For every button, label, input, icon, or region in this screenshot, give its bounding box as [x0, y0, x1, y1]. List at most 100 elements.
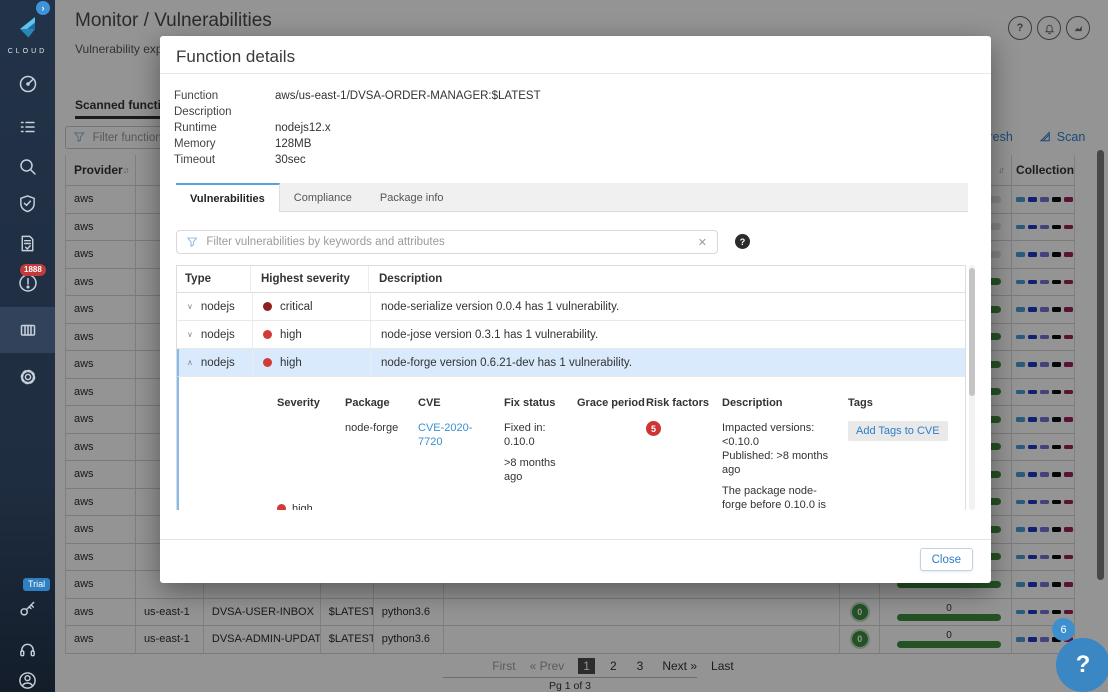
column-header: Highest severity — [251, 266, 369, 292]
detail-headers: SeverityPackageCVEFix statusGrace period… — [277, 397, 965, 409]
vulnerabilities-filter[interactable]: ✕ — [176, 230, 718, 254]
close-button[interactable]: Close — [920, 548, 973, 571]
vulnerability-row[interactable]: ∨ nodejs critical node-serialize version 0.… — [176, 293, 965, 321]
sidebar-item-policies[interactable] — [0, 225, 55, 261]
expand-chevron-icon[interactable]: ∨ — [187, 330, 193, 339]
info-row: Functionaws/us-east-1/DVSA-ORDER-MANAGER… — [174, 88, 541, 104]
detail-package: node-forge — [345, 409, 418, 510]
detail-column-header: Grace period — [577, 397, 646, 409]
sidebar-item-investigate[interactable] — [0, 149, 55, 185]
sidebar-item-settings[interactable] — [0, 359, 55, 395]
function-info-list: Functionaws/us-east-1/DVSA-ORDER-MANAGER… — [174, 88, 541, 168]
user-profile-icon — [18, 671, 37, 690]
detail-column-header: Severity — [277, 397, 345, 409]
trial-badge: Trial — [23, 578, 50, 591]
collapse-chevron-icon[interactable]: ∧ — [187, 358, 193, 367]
help-notification-badge: 6 — [1052, 618, 1075, 641]
info-label: Memory — [174, 136, 275, 152]
info-label: Description — [174, 104, 275, 120]
vulnerabilities-table: TypeHighest severityDescription ∨nodejsc… — [176, 265, 966, 510]
sidebar-expand-chevron-icon[interactable]: › — [36, 1, 50, 15]
modal-title: Function details — [176, 47, 295, 67]
compliance-shield-icon — [18, 194, 37, 213]
info-label: Timeout — [174, 152, 275, 168]
info-label: Function — [174, 88, 275, 104]
sidebar-item-monitor[interactable] — [0, 307, 55, 353]
filter-help-icon[interactable]: ? — [735, 234, 750, 249]
add-tags-to-cve-button[interactable]: Add Tags to CVE — [848, 421, 948, 441]
severity-label: high — [292, 502, 313, 511]
vulnerability-row[interactable]: ∨ nodejs high node-jose version 0.3.1 has 1… — [176, 321, 965, 349]
alerts-icon — [18, 273, 38, 293]
tab-vulnerabilities[interactable]: Vulnerabilities — [176, 183, 280, 212]
sidebar-item-dashboard[interactable] — [0, 66, 55, 102]
prisma-cloud-logo-icon — [15, 14, 41, 40]
cve-link[interactable]: CVE-2020-7720 — [418, 422, 472, 448]
column-header: Description — [369, 266, 965, 292]
sidebar-item-compliance[interactable] — [0, 185, 55, 221]
policies-doc-icon — [18, 234, 37, 253]
severity-cell: critical — [253, 293, 371, 320]
tab-package-info[interactable]: Package info — [366, 183, 458, 211]
vulnerability-detail-panel: SeverityPackageCVEFix statusGrace period… — [176, 377, 965, 510]
radar-monitor-icon — [18, 320, 38, 340]
expand-chevron-icon[interactable]: ∨ — [187, 302, 193, 311]
clear-filter-icon[interactable]: ✕ — [698, 236, 707, 249]
severity-label: critical — [280, 301, 313, 313]
modal-footer-divider — [160, 539, 991, 540]
brand-logo[interactable]: CLOUD — [0, 14, 55, 55]
sidebar-item-inventory[interactable] — [0, 109, 55, 145]
detail-column-header: Package — [345, 397, 418, 409]
severity-label: high — [280, 329, 302, 341]
vulnerabilities-table-body: ∨ nodejs critical node-serialize version 0.… — [177, 293, 965, 377]
severity-dot-icon — [277, 504, 286, 510]
detail-values: high node-forge CVE-2020-7720 Fixed in: … — [277, 409, 965, 510]
support-headset-icon — [18, 640, 37, 659]
type-label: nodejs — [201, 301, 235, 313]
modal-header-divider — [160, 73, 991, 74]
logo-label: CLOUD — [0, 48, 55, 55]
help-fab-button[interactable]: ? — [1056, 638, 1108, 692]
app-window: Monitor / Vulnerabilities Vulnerability … — [0, 0, 1108, 692]
detail-column-header: Tags — [848, 397, 965, 409]
detail-column-header: CVE — [418, 397, 504, 409]
function-details-modal: Function details Functionaws/us-east-1/D… — [160, 36, 991, 583]
type-cell: ∨ nodejs — [179, 321, 253, 348]
description-cell: node-jose version 0.3.1 has 1 vulnerabil… — [371, 321, 965, 348]
type-label: nodejs — [201, 357, 235, 369]
type-label: nodejs — [201, 329, 235, 341]
tab-compliance[interactable]: Compliance — [280, 183, 366, 211]
detail-column-header: Description — [722, 397, 848, 409]
info-label: Runtime — [174, 120, 275, 136]
detail-grace-period — [577, 409, 646, 510]
search-icon — [18, 157, 38, 177]
vulnerabilities-filter-input[interactable] — [204, 235, 697, 249]
detail-column-header: Risk factors — [646, 397, 722, 409]
access-key-icon — [18, 599, 37, 618]
description-cell: node-serialize version 0.0.4 has 1 vulne… — [371, 293, 965, 320]
detail-risk-factors: 5 — [646, 409, 722, 510]
info-value: nodejs12.x — [275, 120, 331, 136]
type-cell: ∨ nodejs — [179, 293, 253, 320]
modal-scrollbar[interactable] — [969, 265, 975, 510]
detail-fix-status: Fixed in: 0.10.0 >8 months ago — [504, 409, 577, 510]
inventory-list-icon — [18, 117, 38, 137]
risk-factor-count-badge[interactable]: 5 — [646, 421, 661, 436]
type-cell: ∧ nodejs — [179, 349, 253, 376]
info-row: Memory128MB — [174, 136, 541, 152]
description-cell: node-forge version 0.6.21-dev has 1 vuln… — [371, 349, 965, 376]
severity-dot-icon — [263, 358, 272, 367]
sidebar-item-profile[interactable] — [0, 662, 55, 692]
info-row: Description — [174, 104, 541, 120]
info-row: Runtimenodejs12.x — [174, 120, 541, 136]
sidebar-nav: › CLOUD 1888 — [0, 0, 55, 692]
detail-tags: Add Tags to CVE — [848, 409, 965, 510]
column-header: Type — [177, 266, 251, 292]
severity-dot-icon — [263, 302, 272, 311]
vulnerability-row[interactable]: ∧nodejshighnode-forge version 0.6.21-dev… — [176, 349, 965, 377]
severity-dot-icon — [263, 330, 272, 339]
sidebar-item-access-keys[interactable] — [0, 590, 55, 626]
dashboard-gauge-icon — [18, 74, 38, 94]
detail-description: Impacted versions: <0.10.0 Published: >8… — [722, 409, 848, 510]
detail-severity: high — [277, 409, 345, 510]
